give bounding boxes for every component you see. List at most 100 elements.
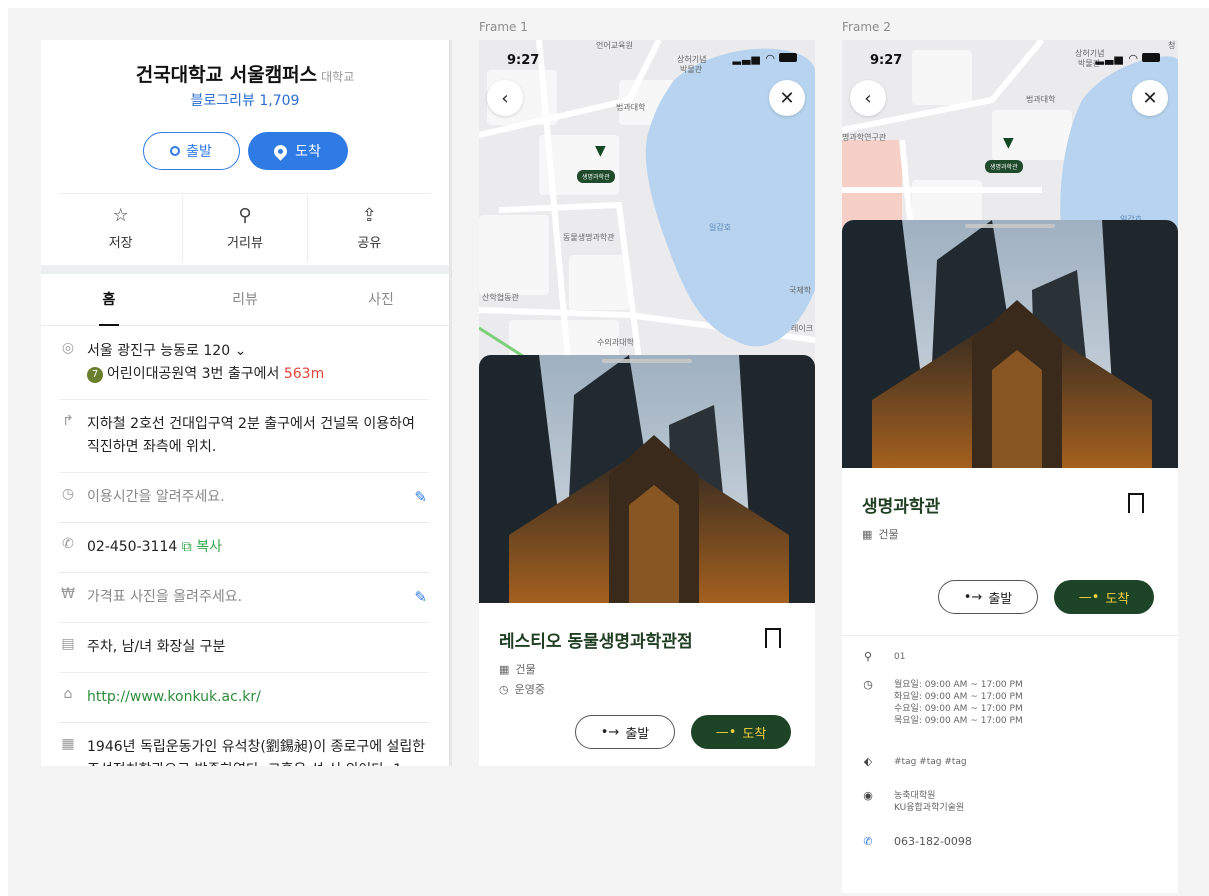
sheet-drag-handle[interactable] <box>602 359 692 363</box>
depart-button[interactable]: •→ 출발 <box>575 715 675 749</box>
arrive-button[interactable]: 도착 <box>247 132 348 170</box>
organization-line: KU융합과학기술원 <box>894 803 965 813</box>
close-icon: ✕ <box>779 87 795 109</box>
street-view-button[interactable]: ⚲ 거리뷰 <box>182 195 306 262</box>
close-button[interactable]: ✕ <box>769 80 805 116</box>
hours-row: ◷ 이용시간을 알려주세요. ✎ <box>59 473 429 523</box>
description-row: ▦ 1946년 독립운동가인 유석창(劉錫昶)이 종로구에 설립한 조선정치학관… <box>59 723 429 766</box>
battery-icon <box>779 53 797 62</box>
edit-pencil-icon[interactable]: ✎ <box>414 588 427 606</box>
back-chevron-icon: ‹ <box>501 87 509 109</box>
chevron-down-icon[interactable]: ⌄ <box>235 343 247 359</box>
depart-arrow-icon: •→ <box>600 724 620 740</box>
status-time: 9:27 <box>870 53 903 68</box>
campus-map[interactable]: 언어교육원 상허기념 박물관 법과대학 동물생명과학관 일감호 산학협동관 국제… <box>479 40 815 370</box>
depart-button[interactable]: •→ 출발 <box>938 580 1038 614</box>
place-sheet: 레스티오 동물생명과학관점 ▦ 건물 ◷ 운영중 •→ 출발 —• 도착 <box>479 355 815 766</box>
map-pin-icon[interactable]: ▼ <box>595 143 606 159</box>
status-time: 9:27 <box>507 53 540 68</box>
bookmark-icon[interactable] <box>765 628 781 650</box>
depart-label: 출발 <box>625 726 650 742</box>
phone-number[interactable]: 063-182-0098 <box>894 836 972 848</box>
phone-number[interactable]: 02-450-3114 <box>87 539 177 555</box>
tab-reviews[interactable]: 리뷰 <box>177 274 313 325</box>
place-title: 생명과학관 <box>862 497 941 517</box>
depart-button[interactable]: 출발 <box>142 132 240 170</box>
copy-icon: ⧉ <box>181 539 192 555</box>
arrive-label: 도착 <box>295 144 321 160</box>
action-bar: ☆ 저장 ⚲ 거리뷰 ⇪ 공유 <box>59 195 431 262</box>
building-photo <box>479 355 815 603</box>
place-name: 건국대학교 서울캠퍼스 <box>135 64 318 86</box>
map-marker-label[interactable]: 생명과학관 <box>985 160 1023 173</box>
map-label: 산학협동관 <box>482 293 519 302</box>
organization-line: 농축대학원 <box>894 791 936 801</box>
arrive-button[interactable]: —• 도착 <box>1054 580 1154 614</box>
phone-row: ✆ 063-182-0098 <box>862 836 1158 848</box>
subway-line-badge: 7 <box>87 367 103 383</box>
station-exit: 3번 출구에서 <box>201 366 280 382</box>
place-type-text: 건물 <box>515 663 536 676</box>
status-icons: ▂▃▅ ◠ <box>733 52 797 65</box>
copy-button[interactable]: ⧉ 복사 <box>182 539 222 555</box>
address-row: ◎ 서울 광진구 능동로 120 ⌄ 7 어린이대공원역 3번 출구에서 563m <box>59 327 429 400</box>
facilities-text: 주차, 남/녀 화장실 구분 <box>87 639 226 655</box>
tag-icon: ⬖ <box>863 755 873 768</box>
location-pin-icon: ⚲ <box>238 205 252 226</box>
bookmark-icon[interactable] <box>1128 493 1144 515</box>
place-type-text: 건물 <box>878 528 899 541</box>
arrive-button[interactable]: —• 도착 <box>691 715 791 749</box>
map-marker-label[interactable]: 생명과학관 <box>577 170 615 183</box>
tags-text[interactable]: #tag #tag #tag <box>894 756 967 768</box>
won-icon: ₩ <box>61 586 75 602</box>
map-label: 법과대학 <box>1026 95 1056 104</box>
tab-photos[interactable]: 사진 <box>313 274 449 325</box>
tags-row: ⬖ #tag #tag #tag <box>862 756 1158 768</box>
divider <box>59 193 431 194</box>
tab-home[interactable]: 홈 <box>41 274 177 326</box>
open-status-text: 운영중 <box>514 683 545 696</box>
arrive-arrow-icon: —• <box>715 724 737 740</box>
room-row: ⚲ 01 <box>862 651 1158 663</box>
home-icon: ⌂ <box>63 686 73 702</box>
place-sheet: 생명과학관 ▦ 건물 •→ 출발 —• 도착 ⚲ 01 ◷ 월요일: 09:00 AM … <box>842 220 1178 893</box>
description-text: 1946년 독립운동가인 유석창(劉錫昶)이 종로구에 설립한 조선정치학관으로… <box>87 739 426 766</box>
share-icon: ⇪ <box>361 205 377 226</box>
back-button[interactable]: ‹ <box>850 80 886 116</box>
price-prompt[interactable]: 가격표 사진을 올려주세요. <box>87 586 429 609</box>
save-button[interactable]: ☆ 저장 <box>59 195 182 262</box>
back-button[interactable]: ‹ <box>487 80 523 116</box>
depart-label: 출발 <box>988 591 1013 607</box>
wifi-icon: ◠ <box>765 52 776 65</box>
building-icon: ▦ <box>862 527 873 541</box>
arrive-arrow-icon: —• <box>1078 589 1100 605</box>
store-icon: ▤ <box>61 636 75 652</box>
blog-review-link[interactable]: 블로그리뷰 1,709 <box>41 90 449 110</box>
edit-pencil-icon[interactable]: ✎ <box>414 488 427 506</box>
document-icon: ▦ <box>61 736 75 752</box>
arrive-label: 도착 <box>742 726 767 742</box>
hours-line: 목요일: 09:00 AM ~ 17:00 PM <box>894 716 1023 726</box>
map-label: 언어교육원 <box>596 41 633 50</box>
map-label: 법과대학 <box>616 103 646 112</box>
hours-line: 수요일: 09:00 AM ~ 17:00 PM <box>894 704 1023 714</box>
station-distance: 563m <box>283 366 325 382</box>
clock-icon: ◷ <box>499 682 509 696</box>
close-icon: ✕ <box>1142 87 1158 109</box>
hours-line: 월요일: 09:00 AM ~ 17:00 PM <box>894 680 1023 690</box>
map-label: 일감호 <box>709 223 732 232</box>
place-detail-panel: 건국대학교 서울캠퍼스 대학교 블로그리뷰 1,709 출발 도착 ☆ 저장 ⚲ 거리… <box>41 40 452 766</box>
arrive-label: 도착 <box>1105 591 1130 607</box>
sheet-drag-handle[interactable] <box>965 224 1055 228</box>
hours-prompt[interactable]: 이용시간을 알려주세요. <box>87 486 429 509</box>
homepage-link[interactable]: http://www.konkuk.ac.kr/ <box>87 686 429 709</box>
campus-map[interactable]: 상허기념 박물관 법과대학 명과학연구관 일감호 청 ▼ 생명과학관 9:27 … <box>842 40 1178 240</box>
share-button[interactable]: ⇪ 공유 <box>306 195 431 262</box>
location-icon: ⚲ <box>863 650 873 663</box>
place-title: 레스티오 동물생명과학관점 <box>499 632 693 652</box>
location-icon: ◎ <box>61 340 75 356</box>
close-button[interactable]: ✕ <box>1132 80 1168 116</box>
star-icon: ☆ <box>112 205 129 226</box>
map-pin-icon[interactable]: ▼ <box>1003 135 1014 151</box>
map-label: 청 <box>1168 41 1176 50</box>
